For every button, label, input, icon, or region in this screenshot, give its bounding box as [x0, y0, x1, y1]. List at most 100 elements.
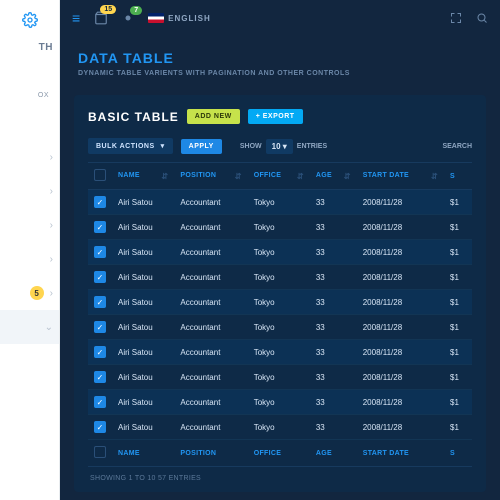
col-start[interactable]: START DATE⇵ — [357, 163, 444, 190]
table-row[interactable]: ✓Airi SatouAccountantTokyo332008/11/28$1 — [88, 215, 472, 240]
cell-age: 33 — [310, 265, 357, 290]
row-checkbox[interactable]: ✓ — [94, 321, 106, 333]
cell-start: 2008/11/28 — [357, 215, 444, 240]
cell-position: Accountant — [174, 215, 247, 240]
cell-position: Accountant — [174, 365, 247, 390]
notification-icon[interactable]: 7 — [122, 12, 134, 24]
flag-uk-icon — [148, 13, 164, 23]
cell-office: Tokyo — [248, 390, 310, 415]
cell-office: Tokyo — [248, 365, 310, 390]
col-name[interactable]: NAME⇵ — [112, 163, 174, 190]
col-salary[interactable]: S — [444, 163, 472, 190]
sidebar-item-3[interactable]: › — [0, 208, 59, 242]
row-checkbox[interactable]: ✓ — [94, 196, 106, 208]
cell-age: 33 — [310, 215, 357, 240]
cell-position: Accountant — [174, 265, 247, 290]
sidebar-item-1[interactable]: › — [0, 140, 59, 174]
chevron-right-icon: › — [50, 288, 53, 299]
cell-position: Accountant — [174, 340, 247, 365]
cell-office: Tokyo — [248, 190, 310, 215]
search-label: SEARCH — [442, 143, 472, 150]
table-row[interactable]: ✓Airi SatouAccountantTokyo332008/11/28$1 — [88, 365, 472, 390]
cell-salary: $1 — [444, 340, 472, 365]
table-row[interactable]: ✓Airi SatouAccountantTokyo332008/11/28$1 — [88, 190, 472, 215]
gear-icon[interactable] — [0, 0, 60, 40]
row-checkbox[interactable]: ✓ — [94, 271, 106, 283]
col-name-footer[interactable]: NAME — [112, 440, 174, 467]
cell-name: Airi Satou — [112, 390, 174, 415]
table-row[interactable]: ✓Airi SatouAccountantTokyo332008/11/28$1 — [88, 390, 472, 415]
table-row[interactable]: ✓Airi SatouAccountantTokyo332008/11/28$1 — [88, 240, 472, 265]
language-label: ENGLISH — [168, 14, 211, 23]
cell-name: Airi Satou — [112, 190, 174, 215]
cell-start: 2008/11/28 — [357, 340, 444, 365]
search-icon[interactable] — [476, 12, 488, 24]
bulk-actions-select[interactable]: BULK ACTIONS ▾ — [88, 138, 173, 154]
cell-office: Tokyo — [248, 265, 310, 290]
cell-age: 33 — [310, 240, 357, 265]
row-checkbox[interactable]: ✓ — [94, 246, 106, 258]
col-salary-footer[interactable]: S — [444, 440, 472, 467]
apply-button[interactable]: APPLY — [181, 139, 222, 154]
add-new-button[interactable]: ADD NEW — [187, 109, 240, 124]
cell-name: Airi Satou — [112, 340, 174, 365]
sidebar-item-4[interactable]: › — [0, 242, 59, 276]
table-row[interactable]: ✓Airi SatouAccountantTokyo332008/11/28$1 — [88, 315, 472, 340]
basket-icon[interactable]: 15 — [94, 11, 108, 25]
cell-salary: $1 — [444, 215, 472, 240]
page-size-select[interactable]: 10 ▾ — [266, 139, 293, 154]
chevron-down-icon: ▾ — [161, 142, 165, 150]
entries-label: ENTRIES — [297, 143, 327, 150]
cell-start: 2008/11/28 — [357, 265, 444, 290]
row-checkbox[interactable]: ✓ — [94, 396, 106, 408]
sidebar-item-5[interactable]: 5 › — [0, 276, 59, 310]
sort-icon: ⇵ — [235, 172, 242, 181]
sidebar-item-2[interactable]: › — [0, 174, 59, 208]
cell-office: Tokyo — [248, 340, 310, 365]
col-position-footer[interactable]: POSITION — [174, 440, 247, 467]
sidebar-item-6[interactable]: ⌄ — [0, 310, 59, 344]
col-office-footer[interactable]: OFFICE — [248, 440, 310, 467]
table-row[interactable]: ✓Airi SatouAccountantTokyo332008/11/28$1 — [88, 290, 472, 315]
bulk-actions-label: BULK ACTIONS — [96, 143, 155, 150]
sort-icon: ⇵ — [344, 172, 351, 181]
table-row[interactable]: ✓Airi SatouAccountantTokyo332008/11/28$1 — [88, 415, 472, 440]
export-button[interactable]: + EXPORT — [248, 109, 303, 124]
chevron-right-icon: › — [50, 186, 53, 197]
col-age-footer[interactable]: AGE — [310, 440, 357, 467]
row-checkbox[interactable]: ✓ — [94, 371, 106, 383]
fullscreen-icon[interactable] — [450, 12, 462, 24]
row-checkbox[interactable]: ✓ — [94, 346, 106, 358]
cell-age: 33 — [310, 340, 357, 365]
sidebar-label-ox: OX — [38, 92, 49, 99]
col-age[interactable]: AGE⇵ — [310, 163, 357, 190]
col-office[interactable]: OFFICE⇵ — [248, 163, 310, 190]
cell-position: Accountant — [174, 240, 247, 265]
topbar: ≡ 15 7 ENGLISH — [60, 0, 500, 36]
select-all-checkbox-footer[interactable] — [94, 446, 106, 458]
chevron-right-icon: › — [50, 254, 53, 265]
cell-name: Airi Satou — [112, 315, 174, 340]
menu-icon[interactable]: ≡ — [72, 10, 80, 26]
cell-office: Tokyo — [248, 240, 310, 265]
card-title: BASIC TABLE — [88, 110, 179, 124]
cell-age: 33 — [310, 390, 357, 415]
col-start-footer[interactable]: START DATE — [357, 440, 444, 467]
cell-name: Airi Satou — [112, 240, 174, 265]
cell-name: Airi Satou — [112, 215, 174, 240]
cell-salary: $1 — [444, 415, 472, 440]
col-position[interactable]: POSITION⇵ — [174, 163, 247, 190]
table-row[interactable]: ✓Airi SatouAccountantTokyo332008/11/28$1 — [88, 265, 472, 290]
row-checkbox[interactable]: ✓ — [94, 221, 106, 233]
select-all-checkbox[interactable] — [94, 169, 106, 181]
cell-office: Tokyo — [248, 315, 310, 340]
cell-position: Accountant — [174, 290, 247, 315]
row-checkbox[interactable]: ✓ — [94, 421, 106, 433]
table-row[interactable]: ✓ Airi SatouAccountantTokyo332008/11/28$1 — [88, 340, 472, 365]
row-checkbox[interactable]: ✓ — [94, 296, 106, 308]
cell-age: 33 — [310, 315, 357, 340]
cell-start: 2008/11/28 — [357, 365, 444, 390]
cell-age: 33 — [310, 190, 357, 215]
language-selector[interactable]: ENGLISH — [148, 13, 211, 23]
cell-position: Accountant — [174, 390, 247, 415]
